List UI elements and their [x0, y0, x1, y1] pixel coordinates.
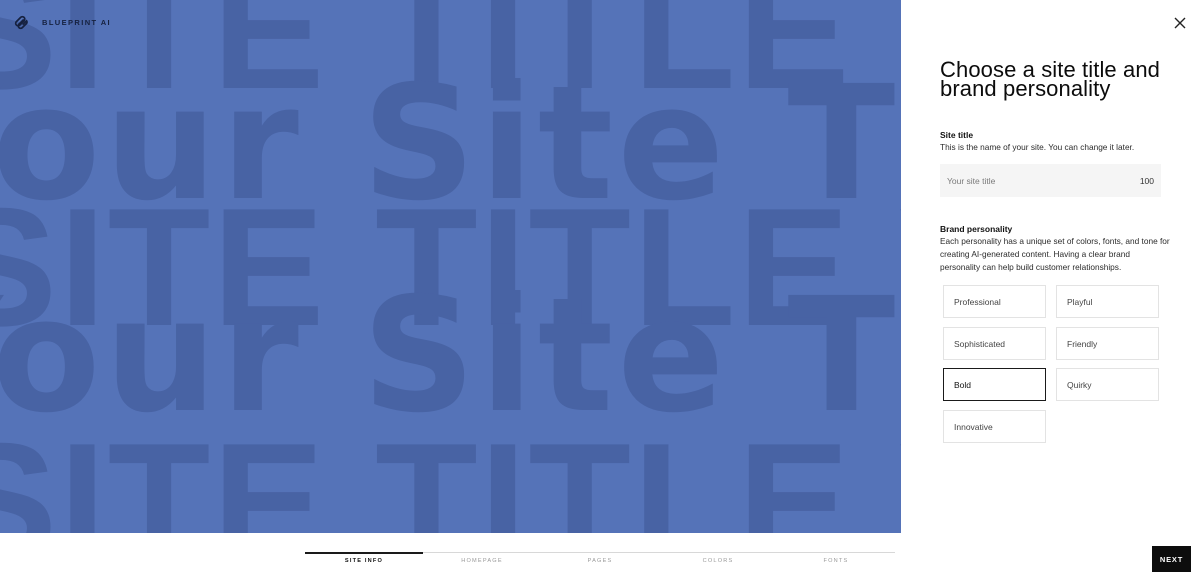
step-colors[interactable]: COLORS: [703, 558, 734, 564]
personality-option-sophisticated[interactable]: Sophisticated: [943, 327, 1046, 360]
step-homepage[interactable]: HOMEPAGE: [461, 558, 503, 564]
brand-personality-label: Brand personality: [940, 224, 1013, 234]
site-title-placeholder: Your site title: [947, 175, 996, 186]
progress-fill: [305, 552, 423, 554]
squarespace-logo-icon: [14, 15, 28, 30]
page-title: Choose a site title and brand personalit…: [940, 57, 1160, 101]
preview-background-text: SITE TITLE YOUR SITE TITLE YOUR SITE You…: [0, 0, 901, 533]
step-pages[interactable]: PAGES: [588, 558, 613, 564]
step-fonts[interactable]: FONTS: [824, 558, 849, 564]
brand-name: BLUEPRINT AI: [42, 18, 112, 27]
personality-option-bold[interactable]: Bold: [943, 368, 1046, 401]
personality-option-professional[interactable]: Professional: [943, 285, 1046, 318]
character-count: 100: [1139, 175, 1154, 186]
personality-option-playful[interactable]: Playful: [1056, 285, 1159, 318]
next-button[interactable]: NEXT: [1152, 546, 1191, 572]
personality-option-innovative[interactable]: Innovative: [943, 410, 1046, 443]
brand-personality-description: Each personality has a unique set of col…: [940, 236, 1170, 272]
close-icon: [1174, 17, 1186, 29]
site-title-input[interactable]: Your site title 100: [940, 164, 1161, 197]
personality-option-friendly[interactable]: Friendly: [1056, 327, 1159, 360]
site-preview: SITE TITLE YOUR SITE TITLE YOUR SITE You…: [0, 0, 901, 533]
brand-lockup: BLUEPRINT AI: [13, 14, 111, 31]
site-title-description: This is the name of your site. You can c…: [940, 142, 1135, 152]
site-title-label: Site title: [940, 130, 974, 140]
preview-text-row: SITE TITLE YOUR SITE TITLE YOUR SITE: [0, 408, 901, 533]
settings-panel: Choose a site title and brand personalit…: [901, 0, 1200, 533]
close-button[interactable]: [1173, 16, 1187, 30]
step-site-info[interactable]: SITE INFO: [345, 558, 383, 564]
personality-option-quirky[interactable]: Quirky: [1056, 368, 1159, 401]
